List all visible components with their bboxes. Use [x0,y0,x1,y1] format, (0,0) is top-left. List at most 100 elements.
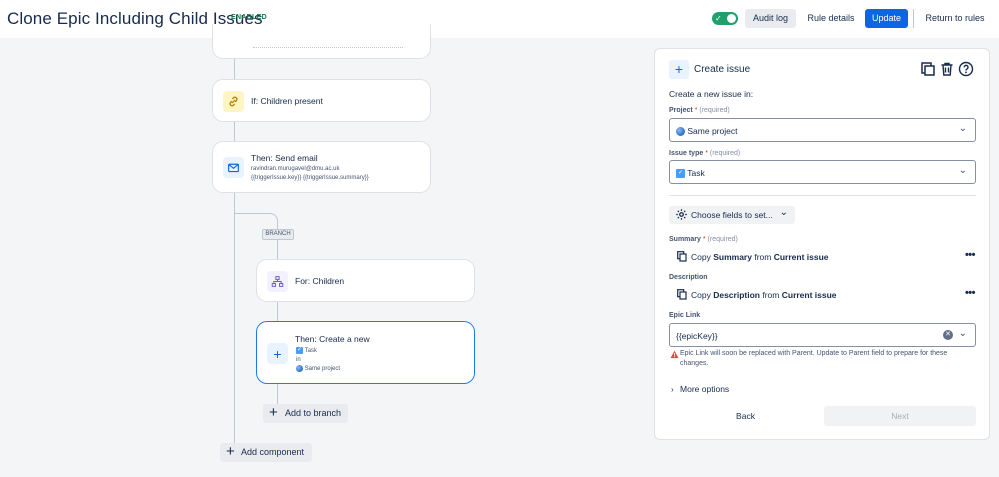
summary-source: Current issue [773,252,829,262]
hierarchy-icon [267,271,288,292]
summary-field-name: Summary [713,252,752,262]
email-recipient: ravindran.murugavel@dmu.ac.uk [251,166,340,172]
issue-type-value-text: Task [687,168,705,178]
trash-icon[interactable] [939,61,955,77]
issue-type-text: Task [304,348,317,355]
clear-icon[interactable]: ✕ [943,330,953,340]
create-issue-title: Then: Create a new [295,334,370,344]
epic-link-value: {{epicKey}} [676,331,718,341]
description-source: Current issue [781,290,837,300]
chevron-down-icon: ⌄ [958,328,967,339]
summary-copy-row[interactable]: Copy Summary from Current issue [691,252,829,262]
description-more-actions-button[interactable]: ••• [965,287,976,299]
create-issue-card[interactable]: + Then: Create a new ✓ Task in Same proj… [256,321,475,384]
for-children-card[interactable]: For: Children [256,259,475,302]
add-component-button[interactable]: + Add component [220,443,312,462]
update-button[interactable]: Update [865,9,908,28]
required-text: (required) [707,236,738,243]
send-email-card[interactable]: Then: Send email ravindran.murugavel@dmu… [212,141,431,193]
warning-icon [670,350,679,361]
chevron-down-icon: ⌄ [958,165,967,176]
copy-text: Copy [691,252,711,262]
globe-icon [296,365,303,372]
condition-title: If: Children present [251,96,323,106]
send-email-title: Then: Send email [251,153,318,163]
header-divider [913,9,914,28]
project-value-text: Same project [687,126,738,136]
issue-type-label-text: Issue type [669,150,704,157]
from-text: from [754,252,772,262]
copy-icon[interactable] [920,61,936,77]
audit-log-button[interactable]: Audit log [745,9,796,28]
divider [669,195,976,196]
project-value: Same project [676,126,738,137]
description-label: Description [669,274,708,281]
gear-icon [675,208,688,223]
globe-icon [676,127,685,137]
chevron-down-icon: ⌄ [958,123,967,134]
from-text: from [762,290,780,300]
description-field-name: Description [713,290,760,300]
next-button[interactable]: Next [824,406,976,426]
panel-title: Create issue [694,64,751,75]
component-config-panel: + Create issue Create a new issue in: Pr… [654,48,990,440]
choose-fields-label: Choose fields to set... [691,210,773,220]
plus-icon: + [226,443,235,460]
plus-icon: + [669,60,689,79]
summary-label-text: Summary [669,236,701,243]
issue-type-label: Issue type * (required) [669,150,740,157]
add-to-branch-button[interactable]: + Add to branch [263,404,348,423]
back-button[interactable]: Back [669,406,822,426]
panel-intro: Create a new issue in: [669,89,754,99]
required-mark: * [705,150,708,157]
project-text: Same project [304,366,341,373]
email-subject: {{triggerIssue.key}} {{triggerIssue.summ… [251,175,369,181]
issue-type-select[interactable]: ✓ Task ⌄ [669,160,976,184]
more-options-label: More options [680,384,730,394]
choose-fields-button[interactable]: Choose fields to set... ⌄ [669,206,795,224]
task-icon: ✓ [296,347,303,354]
truncated-text [253,47,403,50]
link-icon [223,91,244,112]
more-options-toggle[interactable]: › More options [671,384,729,394]
create-issue-project: Same project [296,365,340,372]
project-label: Project * (required) [669,107,730,114]
check-icon: ✓ [715,14,722,23]
create-issue-type: ✓ Task [296,347,317,354]
help-icon[interactable] [958,61,974,77]
epic-link-field[interactable]: {{epicKey}} ✕ ⌄ [669,323,976,347]
description-copy-row[interactable]: Copy Description from Current issue [691,290,837,300]
copy-icon [677,289,687,302]
in-label: in [296,357,301,363]
copy-icon [677,251,687,264]
summary-more-actions-button[interactable]: ••• [965,249,976,261]
epic-link-label: Epic Link [669,312,701,319]
copy-text: Copy [691,290,711,300]
chevron-right-icon: › [671,385,674,394]
plus-icon: + [267,343,288,364]
branch-tag: BRANCH [262,229,294,240]
return-to-rules-button[interactable]: Return to rules [920,9,990,28]
condition-card[interactable]: If: Children present [212,79,431,122]
required-mark: * [694,107,698,114]
required-text: (required) [709,150,741,157]
rule-enabled-toggle[interactable]: ✓ [712,12,738,25]
required-mark: * [702,236,706,243]
previous-component-card[interactable] [212,24,431,59]
status-badge: ENABLED [231,14,267,21]
for-children-title: For: Children [295,276,345,286]
page-header: Clone Epic Including Child Issues ENABLE… [0,0,999,38]
add-component-label: Add component [241,447,305,457]
required-text: (required) [699,107,730,114]
rule-canvas: If: Children present Then: Send email ra… [0,24,650,477]
project-select[interactable]: Same project ⌄ [669,118,976,142]
rule-details-button[interactable]: Rule details [803,9,859,28]
mail-icon [223,157,244,178]
toggle-knob [727,14,736,23]
epic-link-warning: Epic Link will soon be replaced with Par… [680,350,948,367]
add-to-branch-label: Add to branch [285,408,342,418]
plus-icon: + [269,404,278,421]
chevron-down-icon: ⌄ [779,207,788,218]
issue-type-value: ✓ Task [676,168,705,179]
summary-label: Summary * (required) [669,236,738,243]
